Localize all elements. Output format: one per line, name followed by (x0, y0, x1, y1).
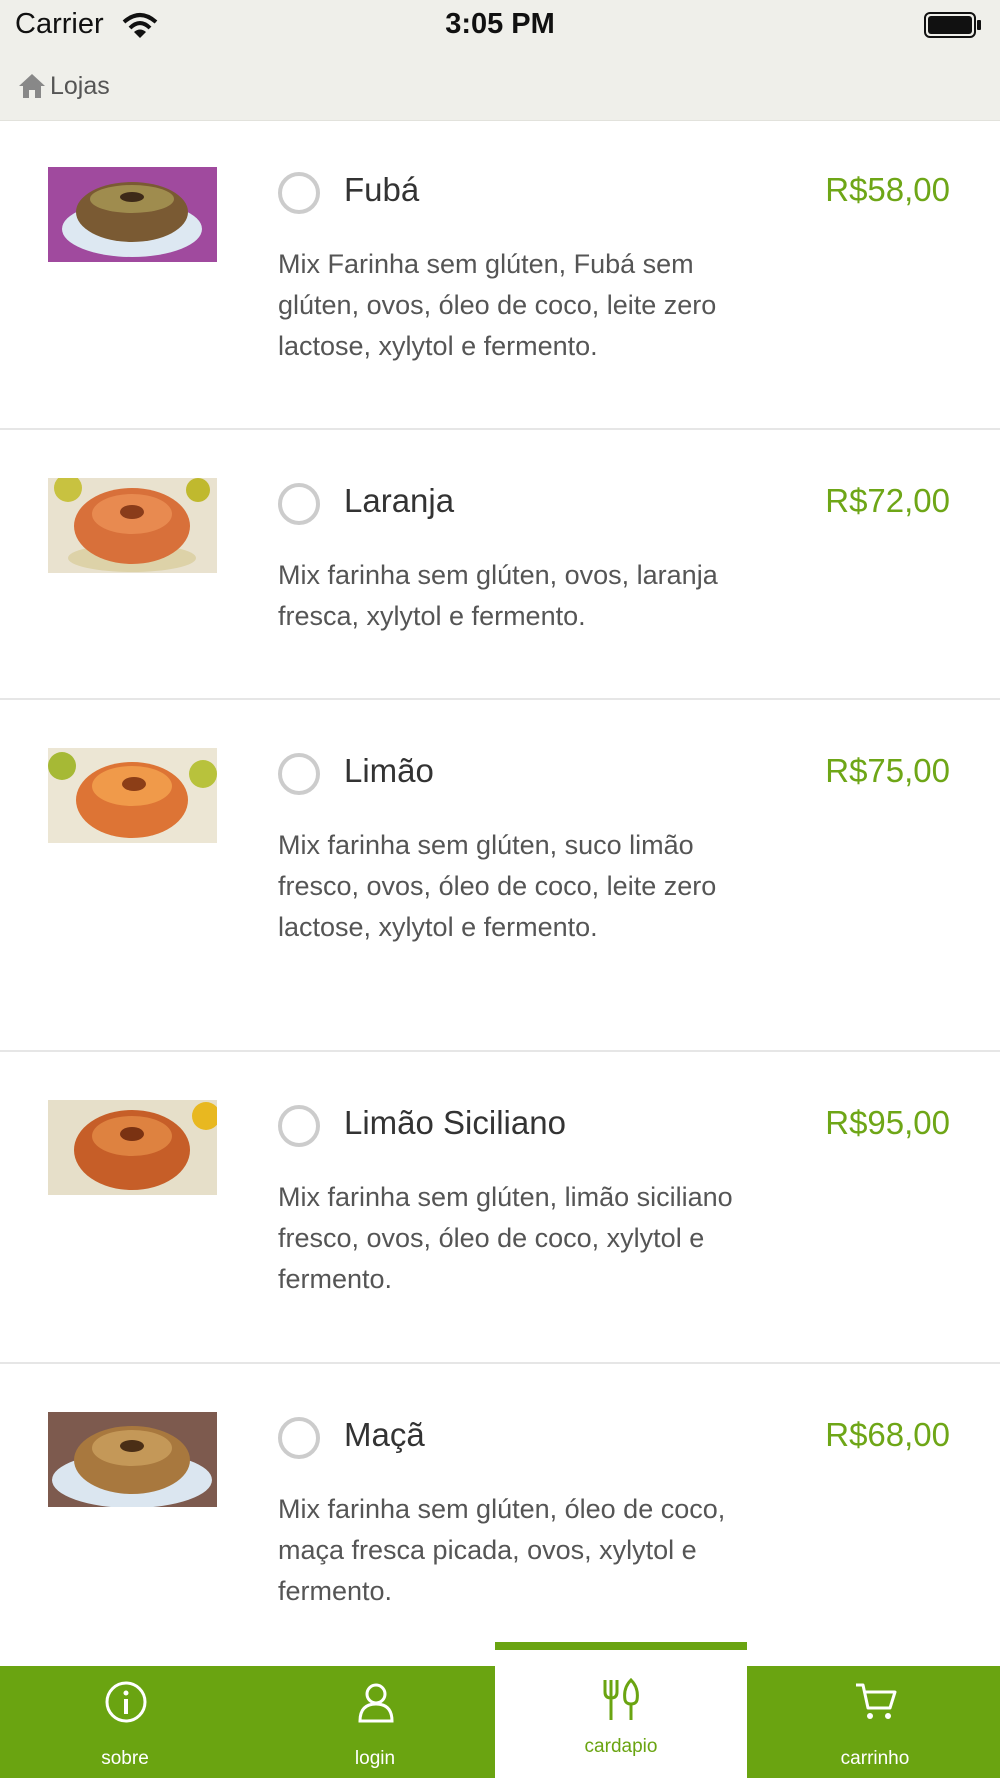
list-item[interactable]: Limão R$75,00 Mix farinha sem glúten, su… (0, 700, 1000, 1052)
user-icon (358, 1683, 394, 1723)
status-bar: Carrier 3:05 PM (0, 0, 1000, 52)
product-image (48, 748, 217, 843)
product-image (48, 167, 217, 262)
product-price: R$95,00 (825, 1104, 950, 1141)
product-name: Maçã (344, 1416, 425, 1453)
product-description: Mix farinha sem glúten, limão siciliano … (278, 1182, 733, 1294)
tab-label: cardapio (584, 1736, 658, 1757)
info-icon (105, 1681, 147, 1723)
tab-label: carrinho (840, 1748, 910, 1769)
select-radio[interactable] (278, 753, 320, 795)
battery-icon (924, 12, 981, 38)
product-price: R$75,00 (825, 752, 950, 789)
product-price: R$68,00 (825, 1416, 950, 1453)
product-price: R$72,00 (825, 482, 950, 519)
tab-label: login (354, 1748, 396, 1769)
product-image (48, 1412, 217, 1507)
back-to-stores-button[interactable]: Lojas (18, 66, 110, 106)
product-name: Limão (344, 752, 434, 789)
tab-carrinho[interactable]: carrinho (750, 1666, 1000, 1778)
product-description: Mix farinha sem glúten, suco limão fresc… (278, 830, 717, 942)
list-item[interactable]: Fubá R$58,00 Mix Farinha sem glúten, Fub… (0, 120, 1000, 430)
select-radio[interactable] (278, 483, 320, 525)
product-name: Fubá (344, 171, 420, 208)
product-name: Limão Siciliano (344, 1104, 566, 1141)
cutlery-icon (603, 1678, 639, 1720)
product-image (48, 1100, 217, 1195)
back-label: Lojas (50, 71, 110, 100)
select-radio[interactable] (278, 1105, 320, 1147)
home-icon (19, 74, 45, 98)
tab-cardapio[interactable]: cardapio (495, 1642, 747, 1778)
product-image (48, 478, 217, 573)
list-item[interactable]: Laranja R$72,00 Mix farinha sem glúten, … (0, 430, 1000, 700)
tab-sobre[interactable]: sobre (0, 1666, 250, 1778)
tab-label: sobre (101, 1748, 149, 1769)
product-name: Laranja (344, 482, 455, 519)
select-radio[interactable] (278, 172, 320, 214)
list-item[interactable]: Limão Siciliano R$95,00 Mix farinha sem … (0, 1052, 1000, 1364)
product-description: Mix farinha sem glúten, ovos, laranja fr… (278, 560, 718, 631)
tab-login[interactable]: login (250, 1666, 500, 1778)
list-item[interactable]: Maçã R$68,00 Mix farinha sem glúten, óle… (0, 1364, 1000, 1666)
product-description: Mix farinha sem glúten, óleo de coco, ma… (278, 1494, 726, 1606)
navigation-bar: Lojas (0, 52, 1000, 121)
product-description: Mix Farinha sem glúten, Fubá sem glúten,… (278, 249, 717, 361)
product-price: R$58,00 (825, 171, 950, 208)
cart-icon (856, 1683, 897, 1719)
tab-bar: sobre login cardapio carrinho (0, 1642, 1000, 1778)
select-radio[interactable] (278, 1417, 320, 1459)
clock: 3:05 PM (445, 8, 555, 40)
